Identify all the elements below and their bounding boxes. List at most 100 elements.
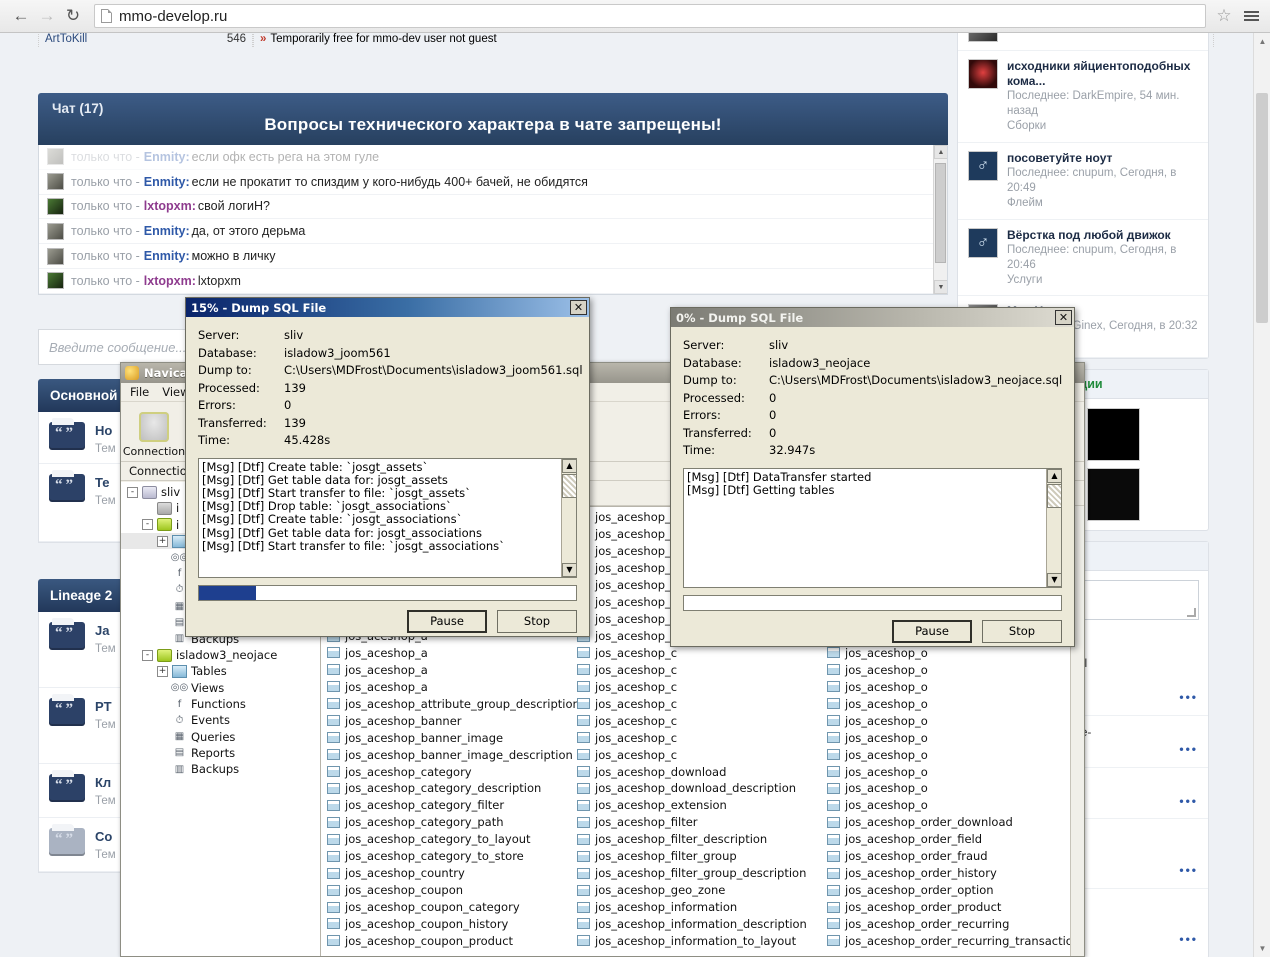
table-list-item[interactable]: jos_aceshop_coupon_product — [323, 932, 573, 949]
log-scrollbar[interactable]: ▲ ▼ — [1046, 468, 1061, 587]
tree-node[interactable]: ⏱ Events — [121, 712, 320, 728]
tree-toggle-icon[interactable]: - — [142, 649, 153, 661]
table-list-item[interactable]: jos_aceshop_c — [573, 746, 823, 763]
table-list-item[interactable]: jos_aceshop_order_download — [823, 814, 1073, 831]
table-list-item[interactable]: jos_aceshop_c — [573, 661, 823, 678]
tree-node[interactable]: ▥ Backups — [121, 761, 320, 777]
list-item[interactable]: исходники яйциентоподобных кома... Послед… — [958, 51, 1208, 143]
table-list-item[interactable]: jos_aceshop_category_filter — [323, 797, 573, 814]
tree-toggle-icon[interactable]: - — [142, 519, 153, 531]
dialog-log[interactable]: [Msg] [Dtf] DataTransfer started [Msg] [D… — [683, 467, 1062, 588]
table-list-item[interactable]: jos_aceshop_banner — [323, 712, 573, 729]
table-list-item[interactable]: jos_aceshop_download_description — [573, 780, 823, 797]
table-list-item[interactable]: jos_aceshop_order_recurring — [823, 916, 1073, 933]
message-author[interactable]: Enmity: — [144, 224, 190, 238]
table-list-item[interactable]: jos_aceshop_information — [573, 899, 823, 916]
table-list-item[interactable]: jos_aceshop_attribute_group_description — [323, 695, 580, 712]
table-list-item[interactable]: jos_aceshop_coupon — [323, 882, 573, 899]
table-list-item[interactable]: jos_aceshop_a — [323, 678, 573, 695]
topic-title[interactable]: посоветуйте ноут — [1007, 151, 1198, 166]
close-icon[interactable]: ✕ — [570, 300, 587, 315]
tree-toggle-icon[interactable]: + — [157, 535, 168, 547]
scroll-up-icon[interactable]: ▲ — [1047, 468, 1061, 483]
dialog-title-bar[interactable]: 15% - Dump SQL File ✕ — [186, 298, 589, 317]
toolbar-connection-button[interactable]: Connection — [121, 402, 187, 461]
dialog-log[interactable]: [Msg] [Dtf] Create table: `josgt_assets`… — [198, 457, 577, 578]
scroll-up-icon[interactable]: ▲ — [934, 145, 947, 159]
stop-button[interactable]: Stop — [982, 619, 1062, 643]
table-list-item[interactable]: jos_aceshop_o — [823, 661, 1073, 678]
scroll-up-icon[interactable]: ▲ — [1254, 33, 1270, 50]
scroll-thumb[interactable] — [1047, 483, 1061, 508]
scroll-up-icon[interactable]: ▲ — [562, 458, 576, 473]
url-bar[interactable]: mmo-develop.ru — [94, 4, 1206, 28]
table-list-item[interactable]: jos_aceshop_o — [823, 678, 1073, 695]
dump-sql-dialog-joom561[interactable]: 15% - Dump SQL File ✕ Server: sliv Databas… — [185, 297, 590, 637]
pause-button[interactable]: Pause — [892, 619, 972, 643]
table-list-item[interactable]: jos_aceshop_a — [323, 661, 573, 678]
table-list-item[interactable]: jos_aceshop_filter_group — [573, 848, 823, 865]
table-list-item[interactable]: jos_aceshop_order_option — [823, 882, 1073, 899]
topic-title[interactable]: Вёрстка под любой движок — [1007, 228, 1198, 243]
table-list-item[interactable]: jos_aceshop_category_path — [323, 814, 573, 831]
chat-scrollbar[interactable]: ▲ ▼ — [933, 145, 947, 294]
table-list-item[interactable]: jos_aceshop_filter — [573, 814, 823, 831]
table-list-item[interactable]: jos_aceshop_banner_image — [323, 729, 573, 746]
table-list-item[interactable]: jos_aceshop_order_field — [823, 831, 1073, 848]
table-list-item[interactable]: jos_aceshop_download — [573, 763, 823, 780]
table-list-item[interactable]: jos_aceshop_c — [573, 678, 823, 695]
table-list-item[interactable]: jos_aceshop_o — [823, 746, 1073, 763]
scroll-down-icon[interactable]: ▼ — [934, 280, 947, 294]
table-list-item[interactable]: jos_aceshop_category_to_layout — [323, 831, 573, 848]
table-list-item[interactable]: jos_aceshop_information_description — [573, 916, 823, 933]
message-author[interactable]: Enmity: — [144, 150, 190, 164]
table-list-item[interactable]: jos_aceshop_order_product — [823, 899, 1073, 916]
tree-node[interactable]: ◎◎ Views — [121, 680, 320, 696]
table-list-item[interactable]: jos_aceshop_order_fraud — [823, 848, 1073, 865]
avatar[interactable] — [1087, 468, 1140, 522]
tree-toggle-icon[interactable]: + — [157, 665, 168, 677]
tree-node[interactable]: + Tables — [121, 663, 320, 679]
message-author[interactable]: lxtopxm: — [144, 274, 196, 288]
scroll-thumb[interactable] — [1256, 93, 1268, 323]
table-list-item[interactable]: jos_aceshop_o — [823, 797, 1073, 814]
scroll-down-icon[interactable]: ▼ — [1254, 940, 1270, 957]
table-list-item[interactable]: jos_aceshop_order_history — [823, 865, 1073, 882]
table-list-item[interactable]: jos_aceshop_a — [323, 645, 573, 662]
table-list-item[interactable]: jos_aceshop_banner_image_description — [323, 746, 573, 763]
back-arrow-icon[interactable]: ← — [8, 3, 34, 29]
table-list-item[interactable]: jos_aceshop_category_description — [323, 780, 573, 797]
table-list-item[interactable]: jos_aceshop_filter_group_description — [573, 865, 823, 882]
tree-toggle-icon[interactable]: - — [127, 486, 138, 498]
table-list-item[interactable]: jos_aceshop_information_to_layout — [573, 932, 823, 949]
table-list-item[interactable]: jos_aceshop_geo_zone — [573, 882, 823, 899]
close-icon[interactable]: ✕ — [1055, 310, 1072, 325]
menu-item-file[interactable]: File — [130, 385, 149, 399]
table-list-item[interactable]: jos_aceshop_category_to_store — [323, 848, 573, 865]
table-list-item[interactable]: jos_aceshop_coupon_category — [323, 899, 573, 916]
list-item[interactable]: ♂ Вёрстка под любой движок Последнее: cnup… — [958, 220, 1208, 297]
stop-button[interactable]: Stop — [497, 609, 577, 633]
table-list-item[interactable]: jos_aceshop_extension — [573, 797, 823, 814]
table-list-item[interactable]: jos_aceshop_c — [573, 729, 823, 746]
table-list-item[interactable]: jos_aceshop_country — [323, 865, 573, 882]
table-list-item[interactable]: jos_aceshop_o — [823, 780, 1073, 797]
tree-node[interactable]: - isladow3_neojace — [121, 647, 320, 663]
table-list-item[interactable]: jos_aceshop_o — [823, 763, 1073, 780]
table-list-item[interactable]: jos_aceshop_order_recurring_transaction — [823, 932, 1080, 949]
tree-node[interactable]: ▤ Reports — [121, 745, 320, 761]
list-item[interactable]: Сборки — [958, 33, 1208, 51]
bookmark-star-icon[interactable]: ☆ — [1212, 4, 1236, 28]
top-user-cell[interactable]: ArtToKill 546 — [38, 33, 253, 47]
tree-node[interactable]: f Functions — [121, 696, 320, 712]
topic-title[interactable]: исходники яйциентоподобных кома... — [1007, 59, 1198, 89]
dump-sql-dialog-neojace[interactable]: 0% - Dump SQL File ✕ Server: sliv Database… — [670, 307, 1075, 647]
table-list-item[interactable]: jos_aceshop_o — [823, 712, 1073, 729]
message-author[interactable]: Enmity: — [144, 249, 190, 263]
log-scrollbar[interactable]: ▲ ▼ — [561, 458, 576, 577]
table-list-item[interactable]: jos_aceshop_filter_description — [573, 831, 823, 848]
page-scrollbar[interactable]: ▲ ▼ — [1253, 33, 1270, 957]
avatar[interactable] — [1087, 408, 1140, 462]
scroll-thumb[interactable] — [562, 473, 576, 498]
table-list-item[interactable]: jos_aceshop_o — [823, 729, 1073, 746]
